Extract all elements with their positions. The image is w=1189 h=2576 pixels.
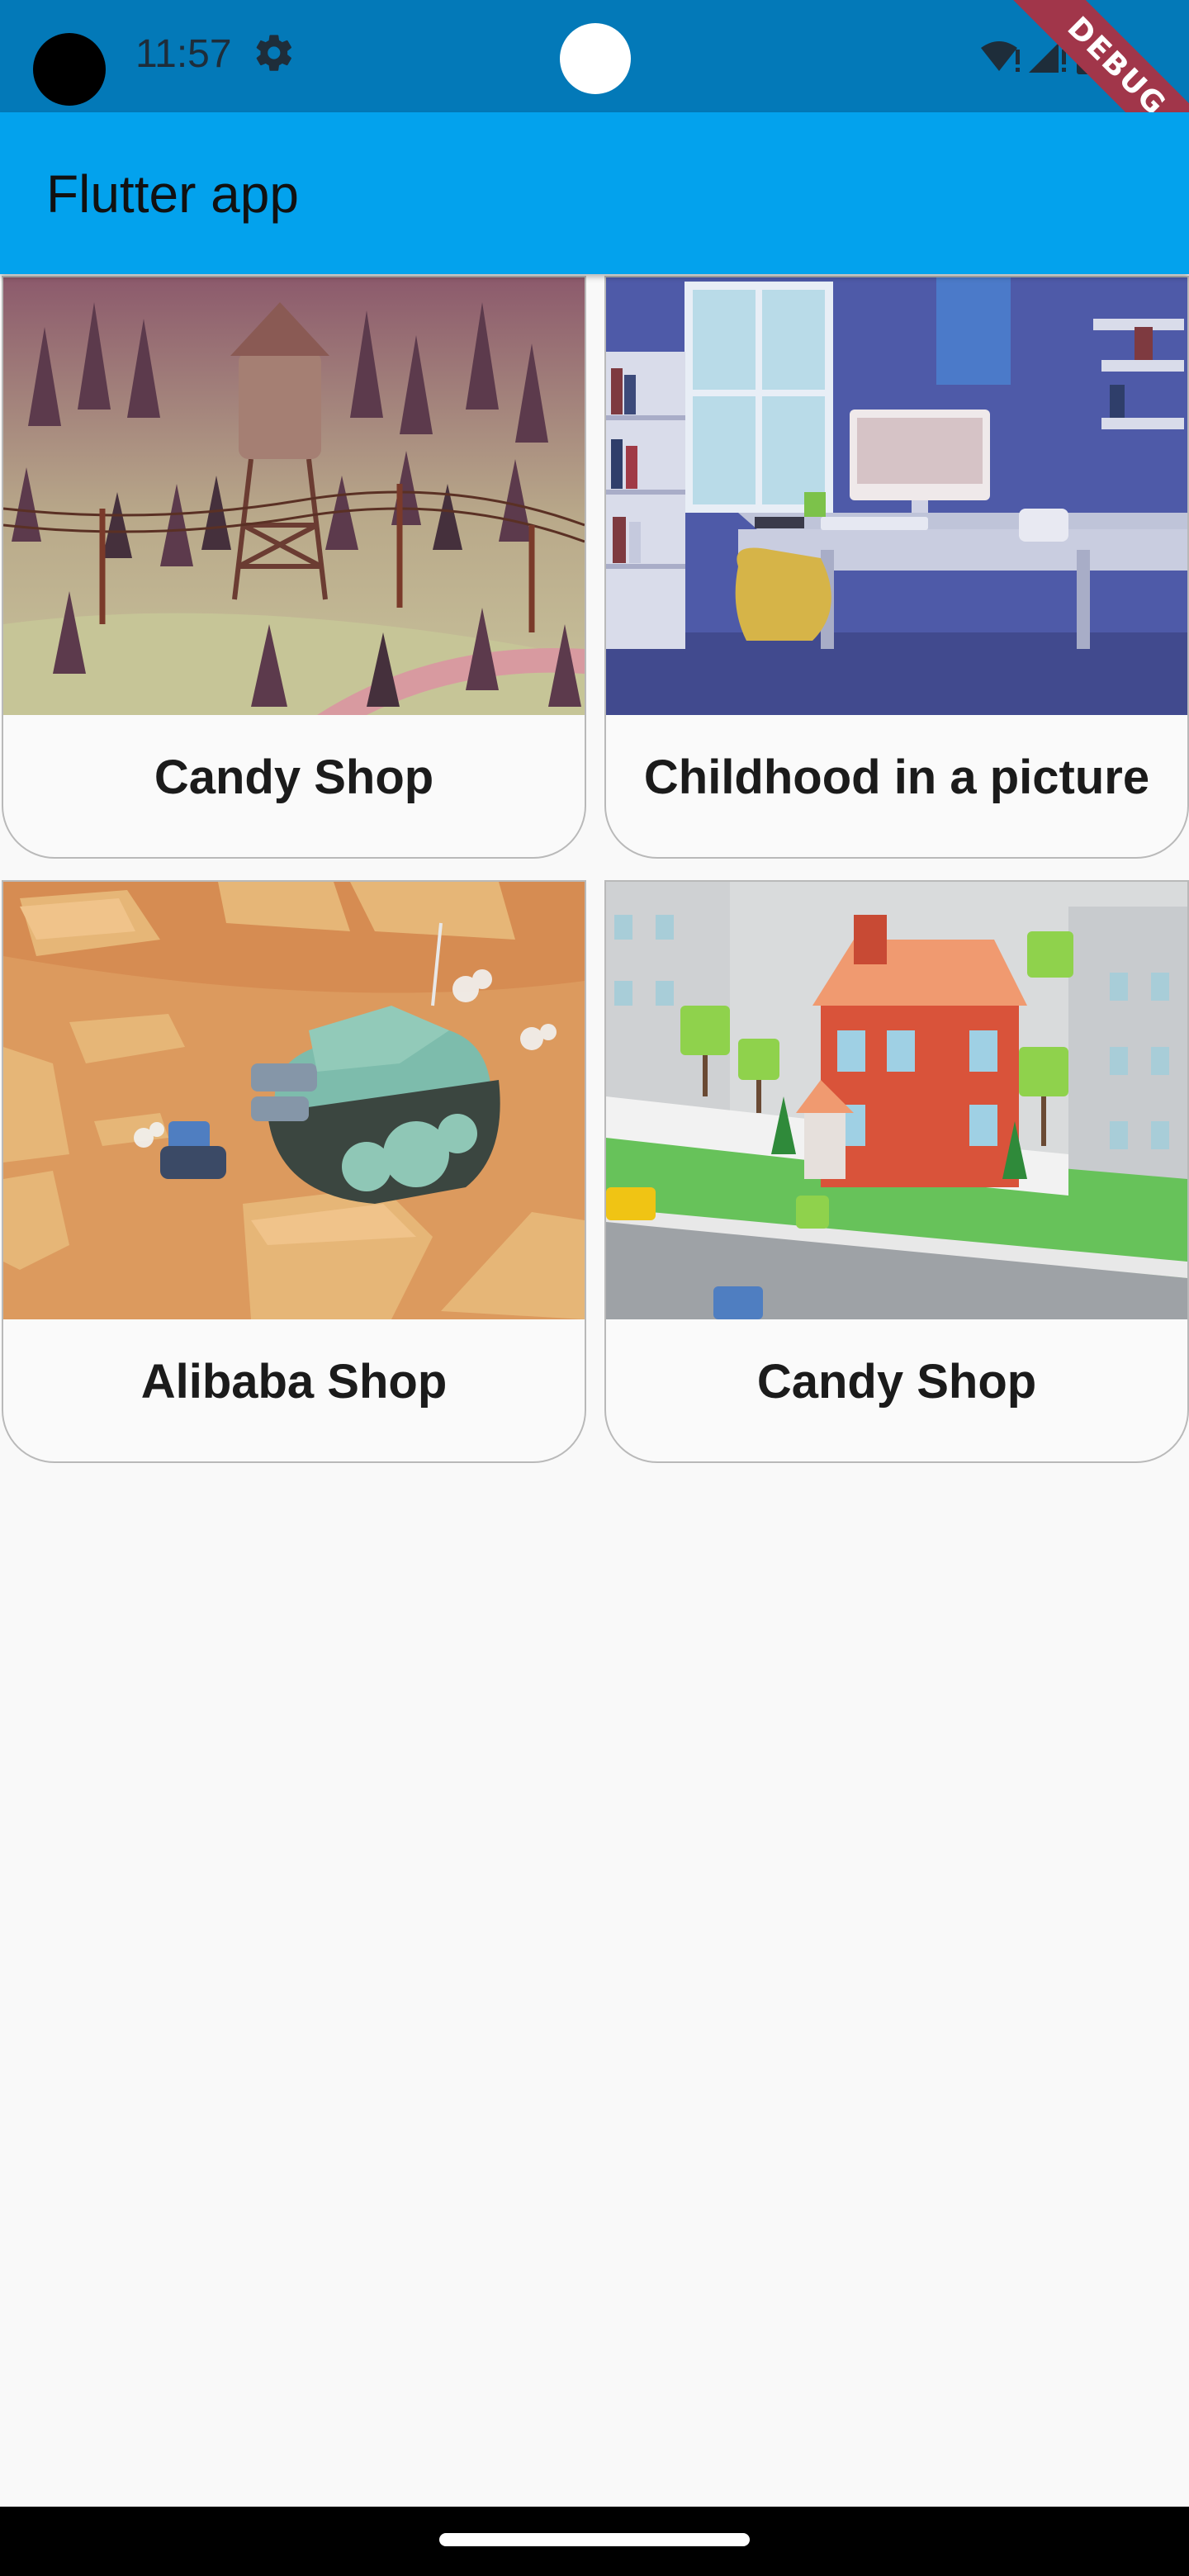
shop-card-title: Candy Shop [154,750,434,804]
navigation-bar [0,2507,1189,2576]
settings-gear-icon [256,35,291,71]
shop-card[interactable]: Childhood in a picture [604,276,1189,859]
shop-card-title: Alibaba Shop [140,1354,448,1409]
home-gesture-handle[interactable] [439,2533,750,2546]
low-poly-red-house-street-image [606,882,1187,1319]
app-bar-title: Flutter app [46,164,299,224]
shop-card-title: Childhood in a picture [643,750,1150,804]
status-bar: 11:57 DEBUG [0,0,1189,173]
shop-card[interactable]: Candy Shop [2,276,586,859]
shop-card[interactable]: Alibaba Shop [2,880,586,1463]
low-poly-forest-water-tower-image [3,277,585,715]
low-poly-bedroom-desk-image [606,277,1187,715]
wifi-alert-icon [981,41,1020,72]
camera-cutout [33,33,106,106]
status-time: 11:57 [135,32,232,76]
shop-card-title: Candy Shop [756,1354,1037,1409]
shop-card[interactable]: Candy Shop [604,880,1189,1463]
app-bar: Flutter app [0,112,1189,274]
low-poly-desert-tank-image [3,882,585,1319]
status-indicator-dot [560,23,631,94]
